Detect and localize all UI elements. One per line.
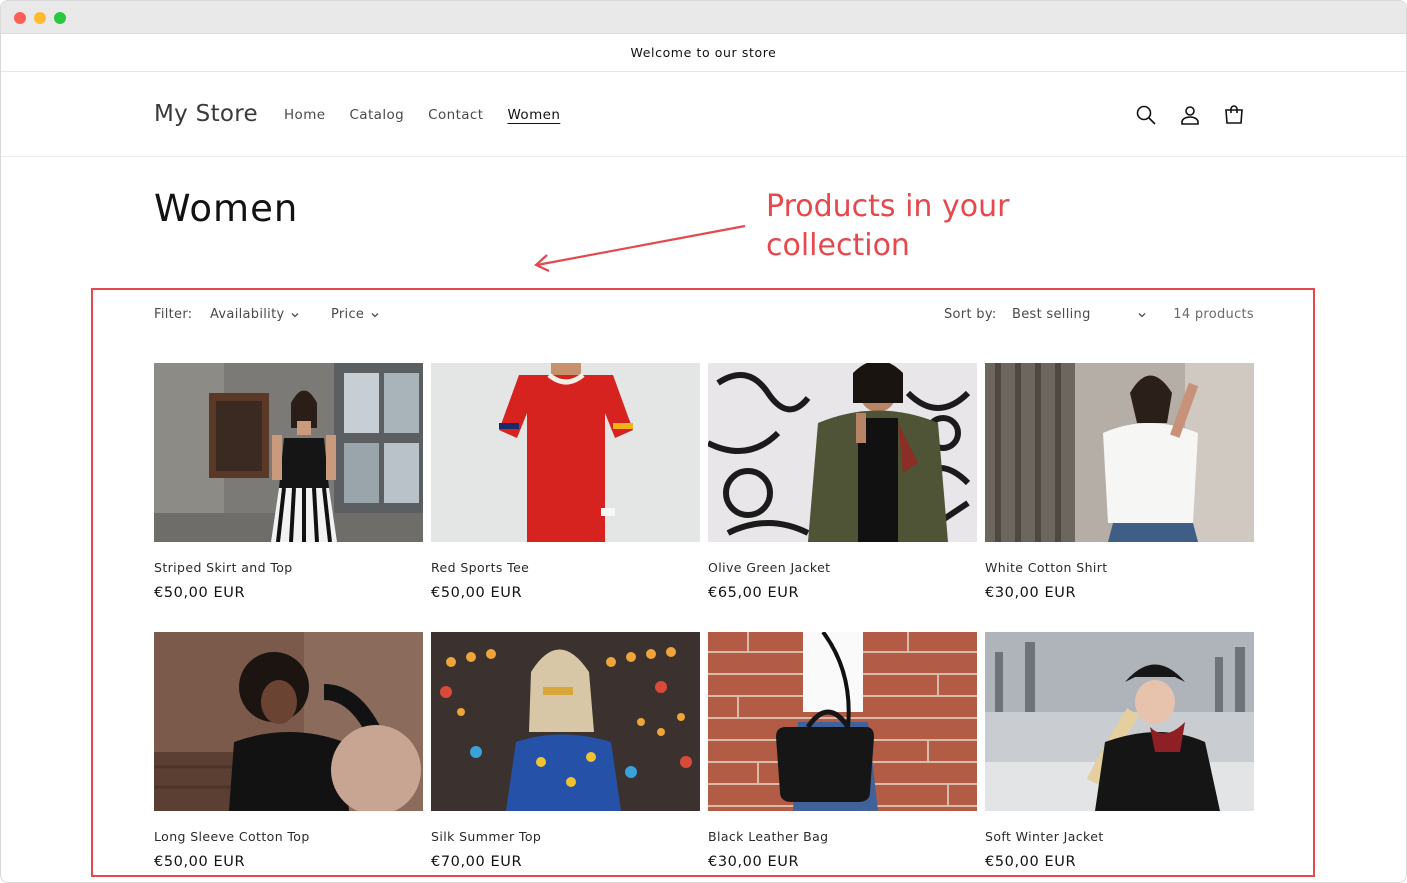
close-window-button[interactable] bbox=[14, 12, 26, 24]
product-card[interactable]: Soft Winter Jacket €50,00 EUR bbox=[985, 632, 1254, 882]
filter-label: Filter: bbox=[154, 307, 193, 322]
product-image[interactable] bbox=[154, 632, 423, 811]
product-title[interactable]: Soft Winter Jacket bbox=[985, 829, 1254, 844]
product-card[interactable]: Long Sleeve Cotton Top €50,00 EUR bbox=[154, 632, 423, 882]
product-image[interactable] bbox=[985, 632, 1254, 811]
product-image[interactable] bbox=[154, 363, 423, 542]
product-image[interactable] bbox=[985, 363, 1254, 542]
product-card[interactable]: Silk Summer Top €70,00 EUR bbox=[431, 632, 700, 882]
product-title[interactable]: Red Sports Tee bbox=[431, 560, 700, 575]
header-icons bbox=[1134, 103, 1246, 127]
product-title[interactable]: Striped Skirt and Top bbox=[154, 560, 423, 575]
product-title[interactable]: Silk Summer Top bbox=[431, 829, 700, 844]
availability-filter[interactable]: Availability bbox=[210, 307, 300, 322]
product-price: €50,00 EUR bbox=[985, 854, 1077, 870]
product-price: €30,00 EUR bbox=[985, 585, 1077, 601]
account-icon[interactable] bbox=[1178, 103, 1202, 127]
product-grid: Striped Skirt and Top €50,00 EUR Red Spo… bbox=[154, 363, 1254, 882]
product-title[interactable]: Long Sleeve Cotton Top bbox=[154, 829, 423, 844]
announcement-text: Welcome to our store bbox=[630, 45, 777, 60]
nav-item-women[interactable]: Women bbox=[507, 107, 560, 123]
product-image[interactable] bbox=[708, 363, 977, 542]
product-image[interactable] bbox=[431, 632, 700, 811]
browser-window: Welcome to our store My Store Home Catal… bbox=[0, 0, 1407, 883]
price-filter[interactable]: Price bbox=[331, 307, 380, 322]
product-price: €50,00 EUR bbox=[431, 585, 523, 601]
product-count: 14 products bbox=[1173, 307, 1254, 322]
product-title[interactable]: Olive Green Jacket bbox=[708, 560, 977, 575]
product-card[interactable]: Striped Skirt and Top €50,00 EUR bbox=[154, 363, 423, 632]
minimize-window-button[interactable] bbox=[34, 12, 46, 24]
product-card[interactable]: White Cotton Shirt €30,00 EUR bbox=[985, 363, 1254, 632]
product-price: €50,00 EUR bbox=[154, 854, 246, 870]
nav-item-contact[interactable]: Contact bbox=[428, 107, 483, 123]
sort-select[interactable]: Best selling bbox=[1012, 307, 1147, 322]
chevron-down-icon bbox=[292, 312, 299, 317]
store-logo[interactable]: My Store bbox=[154, 101, 258, 127]
product-image[interactable] bbox=[708, 632, 977, 811]
title-bar bbox=[1, 1, 1406, 34]
maximize-window-button[interactable] bbox=[54, 12, 66, 24]
page-title: Women bbox=[154, 187, 299, 230]
annotation-arrow bbox=[534, 224, 746, 272]
availability-filter-label: Availability bbox=[210, 307, 285, 322]
product-title[interactable]: White Cotton Shirt bbox=[985, 560, 1254, 575]
product-image[interactable] bbox=[431, 363, 700, 542]
price-filter-label: Price bbox=[331, 307, 365, 322]
cart-icon[interactable] bbox=[1222, 103, 1246, 127]
sort-value: Best selling bbox=[1012, 307, 1091, 322]
site-header: My Store Home Catalog Contact Women bbox=[1, 73, 1406, 157]
sort-label: Sort by: bbox=[944, 307, 997, 322]
nav-item-catalog[interactable]: Catalog bbox=[349, 107, 404, 123]
search-icon[interactable] bbox=[1134, 103, 1158, 127]
annotation-label: Products in your collection bbox=[766, 189, 1010, 263]
product-card[interactable]: Black Leather Bag €30,00 EUR bbox=[708, 632, 977, 882]
chevron-down-icon bbox=[371, 312, 379, 317]
nav-item-home[interactable]: Home bbox=[284, 107, 325, 123]
product-card[interactable]: Olive Green Jacket €65,00 EUR bbox=[708, 363, 977, 632]
product-price: €70,00 EUR bbox=[431, 854, 523, 870]
product-price: €65,00 EUR bbox=[708, 585, 800, 601]
chevron-down-icon bbox=[1138, 312, 1146, 317]
main-nav: Home Catalog Contact Women bbox=[284, 107, 584, 123]
product-card[interactable]: Red Sports Tee €50,00 EUR bbox=[431, 363, 700, 632]
filter-toolbar: Filter: Availability Price Sort by: Best… bbox=[154, 307, 1254, 327]
announcement-bar: Welcome to our store bbox=[1, 34, 1406, 72]
product-price: €50,00 EUR bbox=[154, 585, 246, 601]
product-title[interactable]: Black Leather Bag bbox=[708, 829, 977, 844]
product-price: €30,00 EUR bbox=[708, 854, 800, 870]
